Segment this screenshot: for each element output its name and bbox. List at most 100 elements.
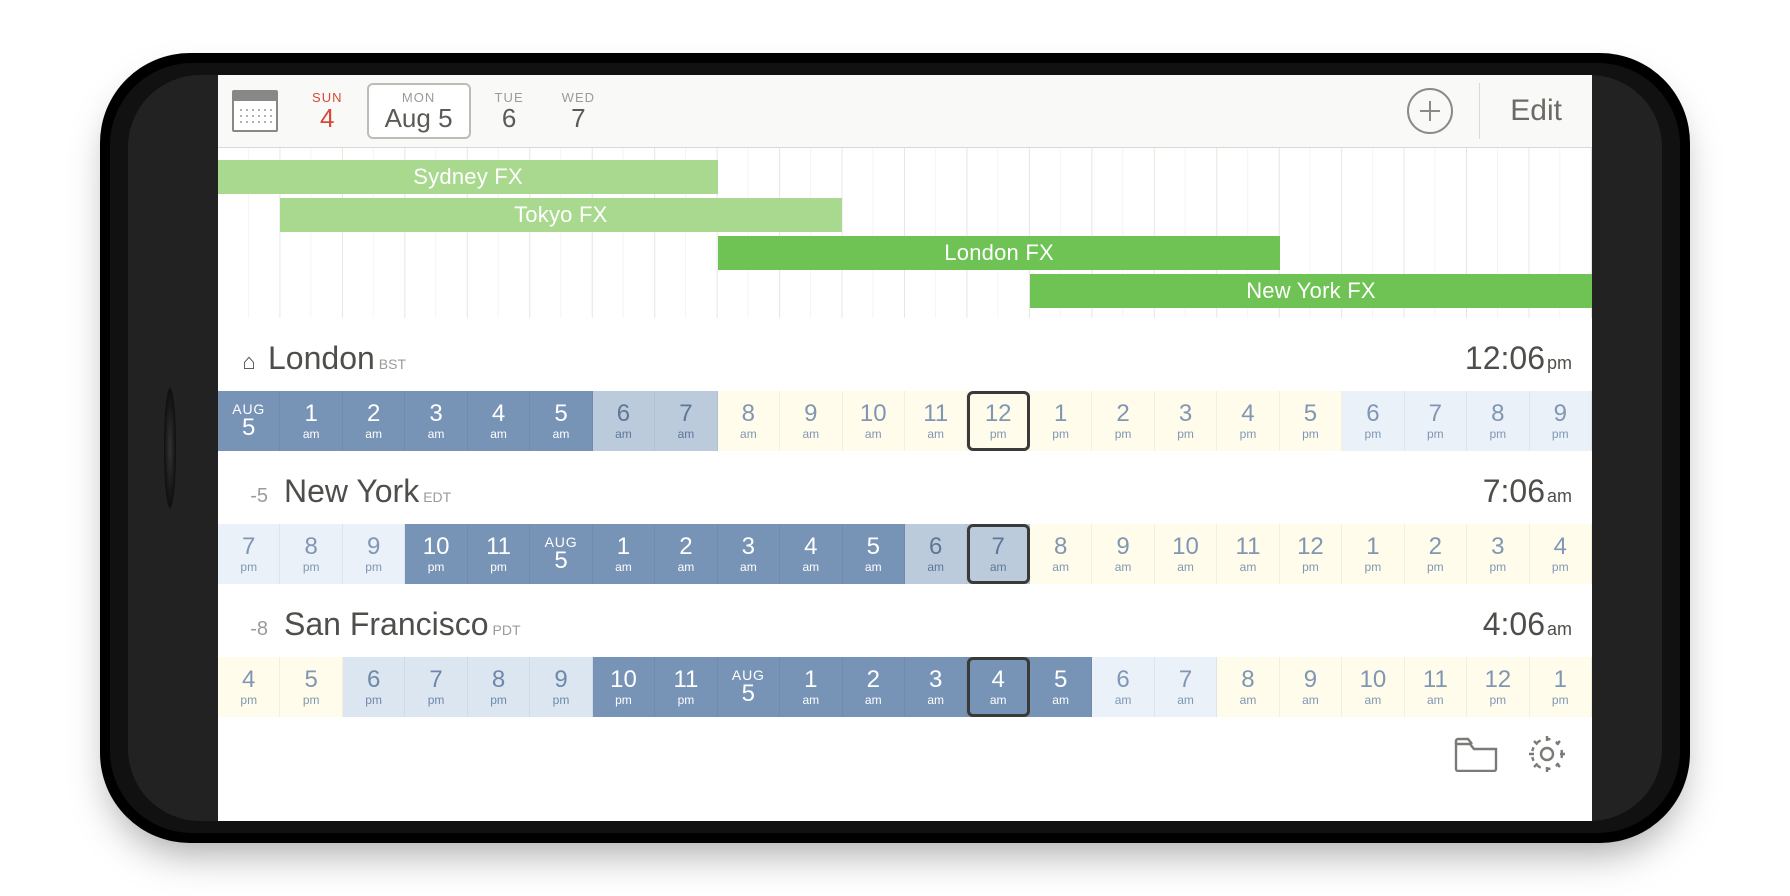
hour-cell[interactable]: 1am (280, 391, 342, 451)
folder-icon[interactable] (1454, 736, 1498, 772)
calendar-icon[interactable] (232, 90, 278, 132)
hour-cell[interactable]: 9am (1280, 657, 1342, 717)
hour-cell[interactable]: 12pm (1280, 524, 1342, 584)
hour-cell[interactable]: 10am (1342, 657, 1404, 717)
hour-cell[interactable]: 8pm (280, 524, 342, 584)
hour-cell[interactable]: 11pm (468, 524, 530, 584)
hour-cell[interactable]: 3pm (1155, 391, 1217, 451)
timeline-event[interactable]: London FX (718, 236, 1280, 270)
hour-cell[interactable]: 12pm (1467, 657, 1529, 717)
hour-cell[interactable]: 6pm (343, 657, 405, 717)
hour-cell[interactable]: 1pm (1342, 524, 1404, 584)
hour-cell[interactable]: AUG5 (530, 524, 592, 584)
day-number: 7 (562, 105, 595, 131)
hour-cell[interactable]: 2am (655, 524, 717, 584)
day-number: 6 (495, 105, 524, 131)
hour-cell[interactable]: 4am (780, 524, 842, 584)
hour-scale[interactable]: 4pm5pm6pm7pm8pm9pm10pm11pmAUG51am2am3am4… (218, 657, 1592, 717)
hour-cell[interactable]: 4am (967, 657, 1029, 717)
hour-cell[interactable]: 3am (718, 524, 780, 584)
hour-cell[interactable]: 5am (1030, 657, 1092, 717)
hour-cell[interactable]: 9am (780, 391, 842, 451)
edit-button[interactable]: Edit (1506, 94, 1578, 128)
hour-cell[interactable]: 8pm (468, 657, 530, 717)
footer-bar (218, 717, 1592, 781)
hour-cell[interactable]: 9pm (530, 657, 592, 717)
city-header[interactable]: ⌂LondonBST12:06pm (218, 318, 1592, 391)
hour-cell[interactable]: 6am (1092, 657, 1154, 717)
hour-scale[interactable]: 7pm8pm9pm10pm11pmAUG51am2am3am4am5am6am7… (218, 524, 1592, 584)
hour-cell[interactable]: 11am (1405, 657, 1467, 717)
hour-cell[interactable]: 10am (1155, 524, 1217, 584)
hour-cell[interactable]: 5am (843, 524, 905, 584)
local-time: 12:06pm (1465, 340, 1572, 377)
day-number: Aug 5 (385, 105, 453, 131)
hour-cell[interactable]: 12pm (967, 391, 1029, 451)
hour-cell[interactable]: AUG5 (218, 391, 280, 451)
timezone-abbr: BST (379, 356, 406, 372)
hour-cell[interactable]: 9pm (1530, 391, 1592, 451)
hour-cell[interactable]: 10am (843, 391, 905, 451)
add-button[interactable] (1407, 88, 1453, 134)
hour-cell[interactable]: 11pm (655, 657, 717, 717)
hour-cell[interactable]: 7am (655, 391, 717, 451)
timezone-abbr: PDT (493, 622, 521, 638)
hour-cell[interactable]: 3am (905, 657, 967, 717)
hour-cell[interactable]: 2am (843, 657, 905, 717)
city-name: New York (284, 473, 419, 510)
hour-cell[interactable]: 7am (1155, 657, 1217, 717)
hour-cell[interactable]: 6pm (1342, 391, 1404, 451)
timeline-event[interactable]: Sydney FX (218, 160, 718, 194)
hour-cell[interactable]: 11am (1217, 524, 1279, 584)
hour-cell[interactable]: 7pm (218, 524, 280, 584)
hour-cell[interactable]: 4am (468, 391, 530, 451)
hour-cell[interactable]: 9am (1092, 524, 1154, 584)
local-time: 4:06am (1483, 606, 1572, 643)
hour-cell[interactable]: 8pm (1467, 391, 1529, 451)
hour-cell[interactable]: 1pm (1530, 657, 1592, 717)
hour-cell[interactable]: 2pm (1405, 524, 1467, 584)
date-picker-day[interactable]: TUE6 (481, 86, 538, 137)
hour-cell[interactable]: 8am (1217, 657, 1279, 717)
events-timeline[interactable]: Sydney FX Tokyo FX London FX New York FX (218, 148, 1592, 318)
settings-icon[interactable] (1526, 733, 1568, 775)
hour-cell[interactable]: 4pm (218, 657, 280, 717)
city-header[interactable]: -5New YorkEDT7:06am (218, 451, 1592, 524)
hour-cell[interactable]: AUG5 (718, 657, 780, 717)
date-picker-day[interactable]: WED7 (548, 86, 609, 137)
city-header[interactable]: -8San FranciscoPDT4:06am (218, 584, 1592, 657)
hour-cell[interactable]: 8am (1030, 524, 1092, 584)
date-picker-day[interactable]: SUN4 (298, 86, 357, 137)
hour-cell[interactable]: 8am (718, 391, 780, 451)
hour-cell[interactable]: 1pm (1030, 391, 1092, 451)
timeline-event[interactable]: New York FX (1030, 274, 1592, 308)
hour-cell[interactable]: 5pm (1280, 391, 1342, 451)
hour-cell[interactable]: 2am (343, 391, 405, 451)
hour-cell[interactable]: 3am (405, 391, 467, 451)
timeline-event[interactable]: Tokyo FX (280, 198, 842, 232)
hour-cell[interactable]: 5am (530, 391, 592, 451)
hour-cell[interactable]: 10pm (593, 657, 655, 717)
hour-cell[interactable]: 1am (593, 524, 655, 584)
utc-offset: -8 (238, 618, 268, 641)
date-picker-day[interactable]: MONAug 5 (367, 83, 471, 139)
hour-cell[interactable]: 10pm (405, 524, 467, 584)
hour-cell[interactable]: 4pm (1530, 524, 1592, 584)
hour-cell[interactable]: 7pm (1405, 391, 1467, 451)
hour-scale[interactable]: AUG51am2am3am4am5am6am7am8am9am10am11am1… (218, 391, 1592, 451)
hour-cell[interactable]: 7pm (405, 657, 467, 717)
divider (1479, 83, 1480, 139)
day-number: 4 (312, 105, 343, 131)
hour-cell[interactable]: 5pm (280, 657, 342, 717)
header-bar: SUN4MONAug 5TUE6WED7 Edit (218, 75, 1592, 148)
hour-cell[interactable]: 6am (593, 391, 655, 451)
hour-cell[interactable]: 9pm (343, 524, 405, 584)
phone-frame: SUN4MONAug 5TUE6WED7 Edit Sydney FX Tokyo… (100, 53, 1690, 843)
hour-cell[interactable]: 6am (905, 524, 967, 584)
hour-cell[interactable]: 1am (780, 657, 842, 717)
hour-cell[interactable]: 3pm (1467, 524, 1529, 584)
hour-cell[interactable]: 4pm (1217, 391, 1279, 451)
hour-cell[interactable]: 11am (905, 391, 967, 451)
hour-cell[interactable]: 2pm (1092, 391, 1154, 451)
hour-cell[interactable]: 7am (967, 524, 1029, 584)
